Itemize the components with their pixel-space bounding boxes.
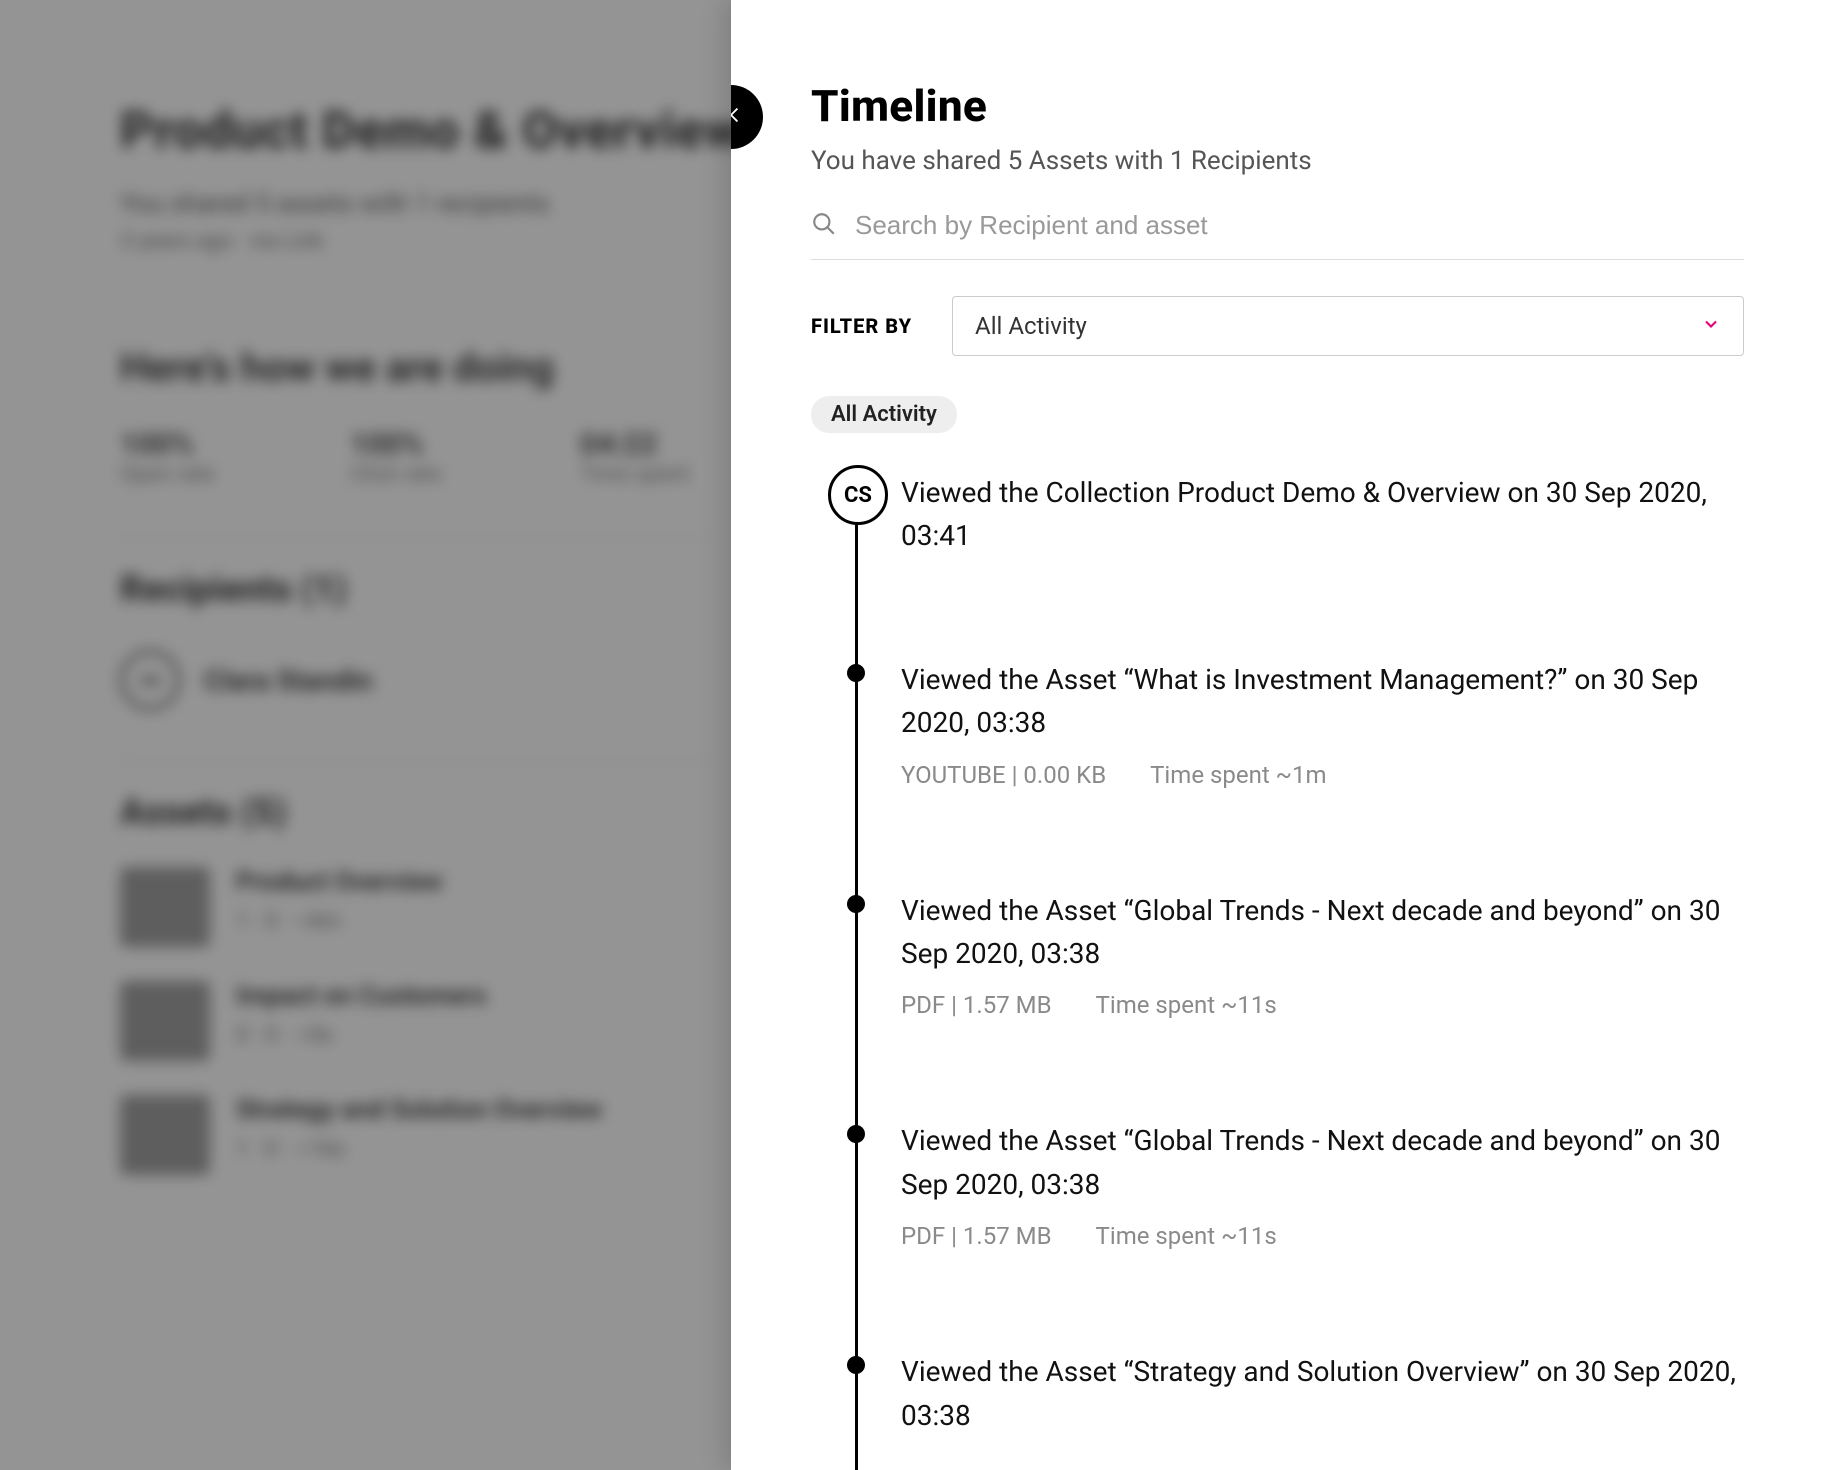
asset-thumbnail — [120, 867, 210, 947]
asset-thumbnail — [120, 1095, 210, 1175]
timeline-text: Viewed the Asset “Strategy and Solution … — [901, 1350, 1744, 1437]
recipient-name: Clara Standin — [204, 664, 373, 697]
timeline-entry: CS Viewed the Collection Product Demo & … — [901, 471, 1744, 558]
asset-meta: 1 · 0 · ~16s — [236, 1137, 602, 1162]
stat-label: Open rate — [120, 462, 300, 487]
asset-name: Impact on Customers — [236, 981, 487, 1011]
timeline-dot-icon — [847, 1125, 865, 1143]
timeline-meta: PDF | 1.57 MB Time spent ~11s — [901, 1222, 1744, 1250]
timeline-text: Viewed the Asset “Global Trends - Next d… — [901, 889, 1744, 976]
timeline-meta-time: Time spent ~11s — [1096, 1222, 1277, 1250]
stat-label: Click rate — [350, 462, 530, 487]
timeline-text: Viewed the Collection Product Demo & Ove… — [901, 471, 1744, 558]
close-button[interactable] — [731, 85, 763, 149]
filter-by-label: FILTER BY — [811, 314, 912, 338]
search-input[interactable] — [855, 210, 1744, 241]
timeline-entry: Viewed the Asset “Global Trends - Next d… — [901, 1119, 1744, 1250]
timeline-entry: Viewed the Asset “What is Investment Man… — [901, 658, 1744, 789]
timeline-meta-file: YOUTUBE | 0.00 KB — [901, 761, 1106, 789]
search-row — [811, 210, 1744, 260]
asset-meta: 0 · 0 · ~0s — [236, 1023, 487, 1048]
timeline-meta-time: Time spent ~1m — [1150, 761, 1326, 789]
search-icon — [811, 211, 837, 241]
timeline-meta-file: PDF | 1.57 MB — [901, 991, 1052, 1019]
asset-name: Product Overview — [236, 867, 442, 897]
asset-name: Strategy and Solution Overview — [236, 1095, 602, 1125]
timeline-meta: PDF | 1.57 MB Time spent ~11s — [901, 991, 1744, 1019]
filter-chip[interactable]: All Activity — [811, 396, 957, 433]
timeline-meta-file: PDF | 1.57 MB — [901, 1222, 1052, 1250]
asset-thumbnail — [120, 981, 210, 1061]
timeline-panel: Timeline You have shared 5 Assets with 1… — [731, 0, 1824, 1470]
timeline-text: Viewed the Asset “Global Trends - Next d… — [901, 1119, 1744, 1206]
timeline-dot-icon — [847, 664, 865, 682]
asset-meta: 1 · 0 · ~6m — [236, 909, 442, 934]
panel-title: Timeline — [811, 80, 1744, 132]
stat-value: 100% — [120, 427, 300, 462]
timeline-dot-icon — [847, 1356, 865, 1374]
stat-value: 100% — [350, 427, 530, 462]
filter-selected-value: All Activity — [975, 312, 1087, 340]
timeline-dot-icon — [847, 895, 865, 913]
timeline-text: Viewed the Asset “What is Investment Man… — [901, 658, 1744, 745]
filter-select[interactable]: All Activity — [952, 296, 1744, 356]
filter-row: FILTER BY All Activity — [811, 296, 1744, 356]
timeline-list: CS Viewed the Collection Product Demo & … — [811, 471, 1744, 1437]
avatar: CS — [120, 650, 180, 710]
timeline-meta-time: Time spent ~11s — [1096, 991, 1277, 1019]
panel-subtitle: You have shared 5 Assets with 1 Recipien… — [811, 146, 1744, 176]
timeline-meta: YOUTUBE | 0.00 KB Time spent ~1m — [901, 761, 1744, 789]
timeline-entry: Viewed the Asset “Strategy and Solution … — [901, 1350, 1744, 1437]
timeline-entry: Viewed the Asset “Global Trends - Next d… — [901, 889, 1744, 1020]
chevron-down-icon — [1701, 312, 1721, 340]
timeline-avatar: CS — [828, 465, 888, 525]
close-icon — [731, 102, 742, 133]
